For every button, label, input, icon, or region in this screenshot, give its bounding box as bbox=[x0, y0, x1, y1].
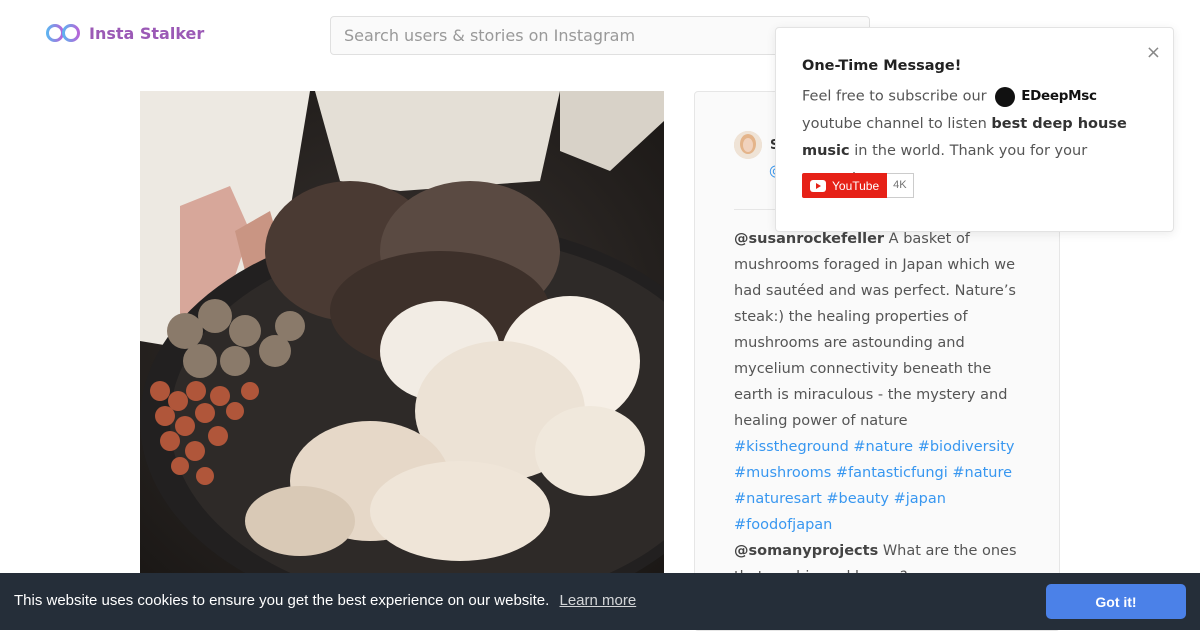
hashtag[interactable]: #kisstheground bbox=[734, 439, 849, 455]
hashtag[interactable]: #naturesart bbox=[734, 491, 822, 507]
youtube-label: YouTube bbox=[832, 178, 880, 193]
post-author[interactable]: S bbox=[734, 131, 779, 159]
comment-user[interactable]: @somanyprojects bbox=[734, 543, 878, 559]
comments-list: @susanrockefeller A basket of mushrooms … bbox=[734, 226, 1026, 590]
hashtag[interactable]: #foodofjapan bbox=[734, 517, 832, 533]
cookie-message-wrap: This website uses cookies to ensure you … bbox=[14, 592, 636, 609]
channel-brand[interactable]: EDeepMsc bbox=[995, 83, 1097, 110]
avatar[interactable] bbox=[734, 131, 762, 159]
youtube-subscribe-button[interactable]: YouTube bbox=[802, 173, 888, 198]
hashtag[interactable]: #beauty bbox=[826, 491, 889, 507]
comment-text: A basket of mushrooms foraged in Japan w… bbox=[734, 231, 1016, 429]
hashtag[interactable]: #biodiversity bbox=[918, 439, 1015, 455]
channel-logo-icon bbox=[995, 86, 1016, 107]
popup-title: One-Time Message! bbox=[802, 58, 962, 74]
hashtag[interactable]: #japan bbox=[894, 491, 946, 507]
close-icon[interactable]: × bbox=[1146, 44, 1161, 62]
youtube-play-icon bbox=[810, 179, 826, 192]
hashtag[interactable]: #fantasticfungi bbox=[836, 465, 948, 481]
channel-name: EDeepMsc bbox=[1021, 88, 1097, 104]
comment: @susanrockefeller A basket of mushrooms … bbox=[734, 226, 1026, 538]
hashtag[interactable]: #nature bbox=[952, 465, 1012, 481]
youtube-subscribe[interactable]: YouTube 4K bbox=[802, 173, 914, 198]
mushroom-basket-photo bbox=[140, 91, 664, 573]
subscriber-count: 4K bbox=[887, 173, 914, 198]
cookie-consent-bar: This website uses cookies to ensure you … bbox=[0, 573, 1200, 630]
comment-user[interactable]: @susanrockefeller bbox=[734, 231, 884, 247]
got-it-button[interactable]: Got it! bbox=[1046, 584, 1186, 619]
hashtag[interactable]: #nature bbox=[853, 439, 913, 455]
popup-text-2: youtube channel to listen bbox=[802, 115, 987, 132]
post-image bbox=[140, 91, 664, 573]
one-time-message-popup: × One-Time Message! Feel free to subscri… bbox=[775, 27, 1174, 232]
app-name: Insta Stalker bbox=[89, 23, 205, 43]
hashtag[interactable]: #mushrooms bbox=[734, 465, 831, 481]
cookie-message: This website uses cookies to ensure you … bbox=[14, 592, 550, 609]
popup-text-1: Feel free to subscribe our bbox=[802, 88, 987, 105]
avatar-image bbox=[734, 131, 762, 159]
learn-more-link[interactable]: Learn more bbox=[559, 592, 636, 609]
infinity-glasses-icon bbox=[46, 24, 80, 42]
logo[interactable]: Insta Stalker bbox=[45, 22, 204, 44]
